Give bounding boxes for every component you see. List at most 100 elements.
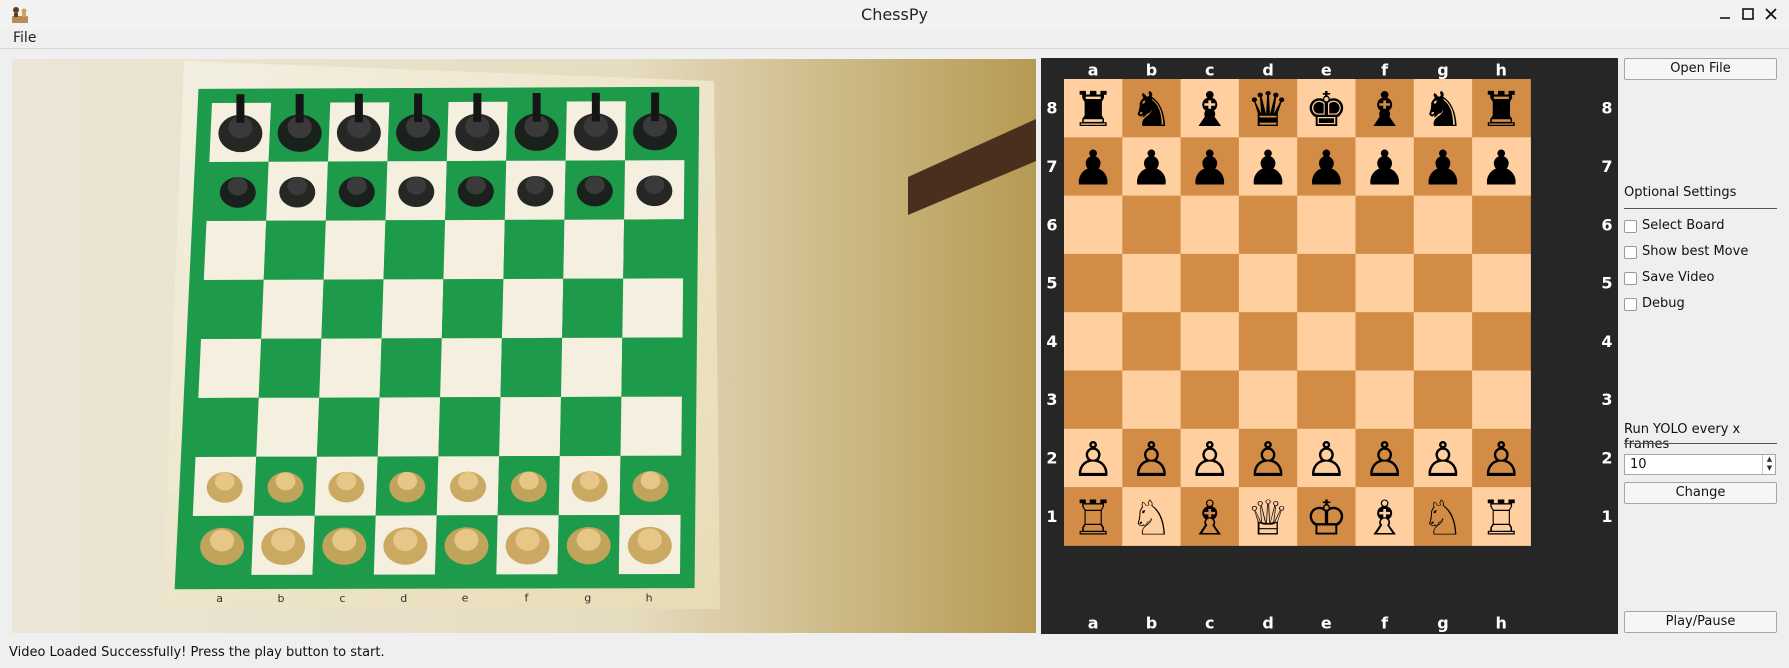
chess-piece[interactable]: ♙ [1130, 432, 1173, 488]
board-square[interactable] [1180, 370, 1240, 430]
chess-piece[interactable]: ♔ [1305, 490, 1348, 546]
maximize-icon[interactable] [1737, 3, 1759, 25]
chess-piece[interactable]: ♛ [1247, 82, 1290, 138]
board-square[interactable] [1355, 195, 1415, 255]
play-pause-button[interactable]: Play/Pause [1624, 611, 1777, 633]
video-square [256, 397, 320, 457]
board-square[interactable] [1355, 370, 1415, 430]
board-square[interactable] [1122, 195, 1182, 255]
chess-piece[interactable]: ♙ [1072, 432, 1115, 488]
chess-piece[interactable]: ♙ [1421, 432, 1464, 488]
board-square[interactable] [1238, 195, 1298, 255]
board-square[interactable] [1297, 312, 1356, 371]
video-file-label: e [462, 592, 469, 605]
chess-piece[interactable]: ♟ [1480, 140, 1523, 196]
file-label-bottom: g [1437, 614, 1448, 633]
chess-piece[interactable]: ♝ [1188, 82, 1231, 138]
chess-piece[interactable]: ♟ [1421, 140, 1464, 196]
video-black-piece [398, 176, 435, 208]
file-label-top: g [1437, 61, 1448, 80]
board-square[interactable] [1180, 195, 1240, 255]
chess-piece[interactable]: ♟ [1072, 140, 1115, 196]
board-square[interactable] [1472, 253, 1531, 313]
close-icon[interactable] [1760, 3, 1782, 25]
board-square[interactable] [1355, 312, 1415, 371]
open-file-button[interactable]: Open File [1624, 58, 1777, 80]
spinbox-value[interactable]: 10 [1630, 457, 1647, 472]
board-square[interactable] [1064, 253, 1123, 313]
video-black-piece [219, 177, 256, 208]
board-square[interactable] [1355, 253, 1415, 313]
board-square[interactable] [1180, 312, 1240, 371]
chess-piece[interactable]: ♜ [1480, 82, 1523, 138]
chess-piece[interactable]: ♙ [1480, 432, 1523, 488]
board-square[interactable] [1472, 370, 1531, 430]
chess-piece[interactable]: ♙ [1305, 432, 1348, 488]
board-square[interactable] [1064, 370, 1123, 430]
chess-piece[interactable]: ♞ [1130, 82, 1173, 138]
chess-piece[interactable]: ♗ [1188, 490, 1231, 546]
checkbox-box[interactable] [1624, 220, 1637, 233]
rank-label-left: 3 [1046, 390, 1057, 409]
checkbox-box[interactable] [1624, 246, 1637, 259]
menu-file[interactable]: File [13, 30, 36, 46]
board-square[interactable] [1122, 370, 1182, 430]
chess-piece[interactable]: ♘ [1130, 490, 1173, 546]
video-square [503, 219, 565, 279]
video-black-piece [338, 176, 375, 208]
video-square [438, 397, 501, 457]
chevron-up-icon[interactable]: ▲ [1763, 455, 1776, 464]
board-square[interactable] [1122, 312, 1182, 371]
board-square[interactable] [1238, 312, 1298, 371]
video-tan-piece [267, 472, 304, 503]
chess-piece[interactable]: ♟ [1363, 140, 1406, 196]
board-square[interactable] [1238, 370, 1298, 430]
chess-piece[interactable]: ♞ [1421, 82, 1464, 138]
chess-piece[interactable]: ♕ [1247, 490, 1290, 546]
checkbox-box[interactable] [1624, 298, 1637, 311]
board-square[interactable] [1472, 195, 1531, 255]
file-label-bottom: c [1205, 614, 1214, 633]
chess-piece[interactable]: ♙ [1188, 432, 1231, 488]
chess-piece[interactable]: ♟ [1188, 140, 1231, 196]
board-square[interactable] [1297, 195, 1356, 255]
checkbox-box[interactable] [1624, 272, 1637, 285]
chess-piece[interactable]: ♜ [1072, 82, 1115, 138]
chess-piece[interactable]: ♟ [1247, 140, 1290, 196]
chess-piece[interactable]: ♖ [1072, 490, 1115, 546]
chess-piece[interactable]: ♟ [1130, 140, 1173, 196]
chess-piece[interactable]: ♙ [1247, 432, 1290, 488]
minimize-icon[interactable] [1714, 3, 1736, 25]
board-square[interactable] [1472, 312, 1531, 371]
board-square[interactable] [1297, 253, 1356, 313]
window-title: ChessPy [861, 5, 928, 24]
chess-piece[interactable]: ♗ [1363, 490, 1406, 546]
change-button[interactable]: Change [1624, 482, 1777, 504]
board-square[interactable] [1064, 195, 1123, 255]
video-rank-label: 8 [189, 130, 195, 140]
board-square[interactable] [1238, 253, 1298, 313]
chess-piece[interactable]: ♙ [1363, 432, 1406, 488]
chess-piece[interactable]: ♘ [1421, 490, 1464, 546]
rank-label-right: 3 [1601, 390, 1612, 409]
board-square[interactable] [1413, 195, 1473, 255]
video-black-piece [636, 175, 673, 207]
chess-piece[interactable]: ♖ [1480, 490, 1523, 546]
rank-label-left: 6 [1046, 215, 1057, 234]
board-square[interactable] [1297, 370, 1356, 430]
file-label-top: f [1381, 61, 1389, 80]
chess-piece[interactable]: ♟ [1305, 140, 1348, 196]
board-square[interactable] [1180, 253, 1240, 313]
chevron-down-icon[interactable]: ▼ [1763, 464, 1776, 473]
yolo-frames-spinbox[interactable]: 10 ▲ ▼ [1624, 454, 1776, 475]
board-square[interactable] [1413, 312, 1473, 371]
checkbox-label: Select Board [1642, 218, 1725, 233]
chess-piece[interactable]: ♝ [1363, 82, 1406, 138]
board-square[interactable] [1413, 253, 1473, 313]
video-tan-piece [383, 527, 428, 565]
video-square [499, 397, 561, 457]
board-square[interactable] [1064, 312, 1123, 371]
board-square[interactable] [1122, 253, 1182, 313]
board-square[interactable] [1413, 370, 1473, 430]
chess-piece[interactable]: ♚ [1305, 82, 1348, 138]
